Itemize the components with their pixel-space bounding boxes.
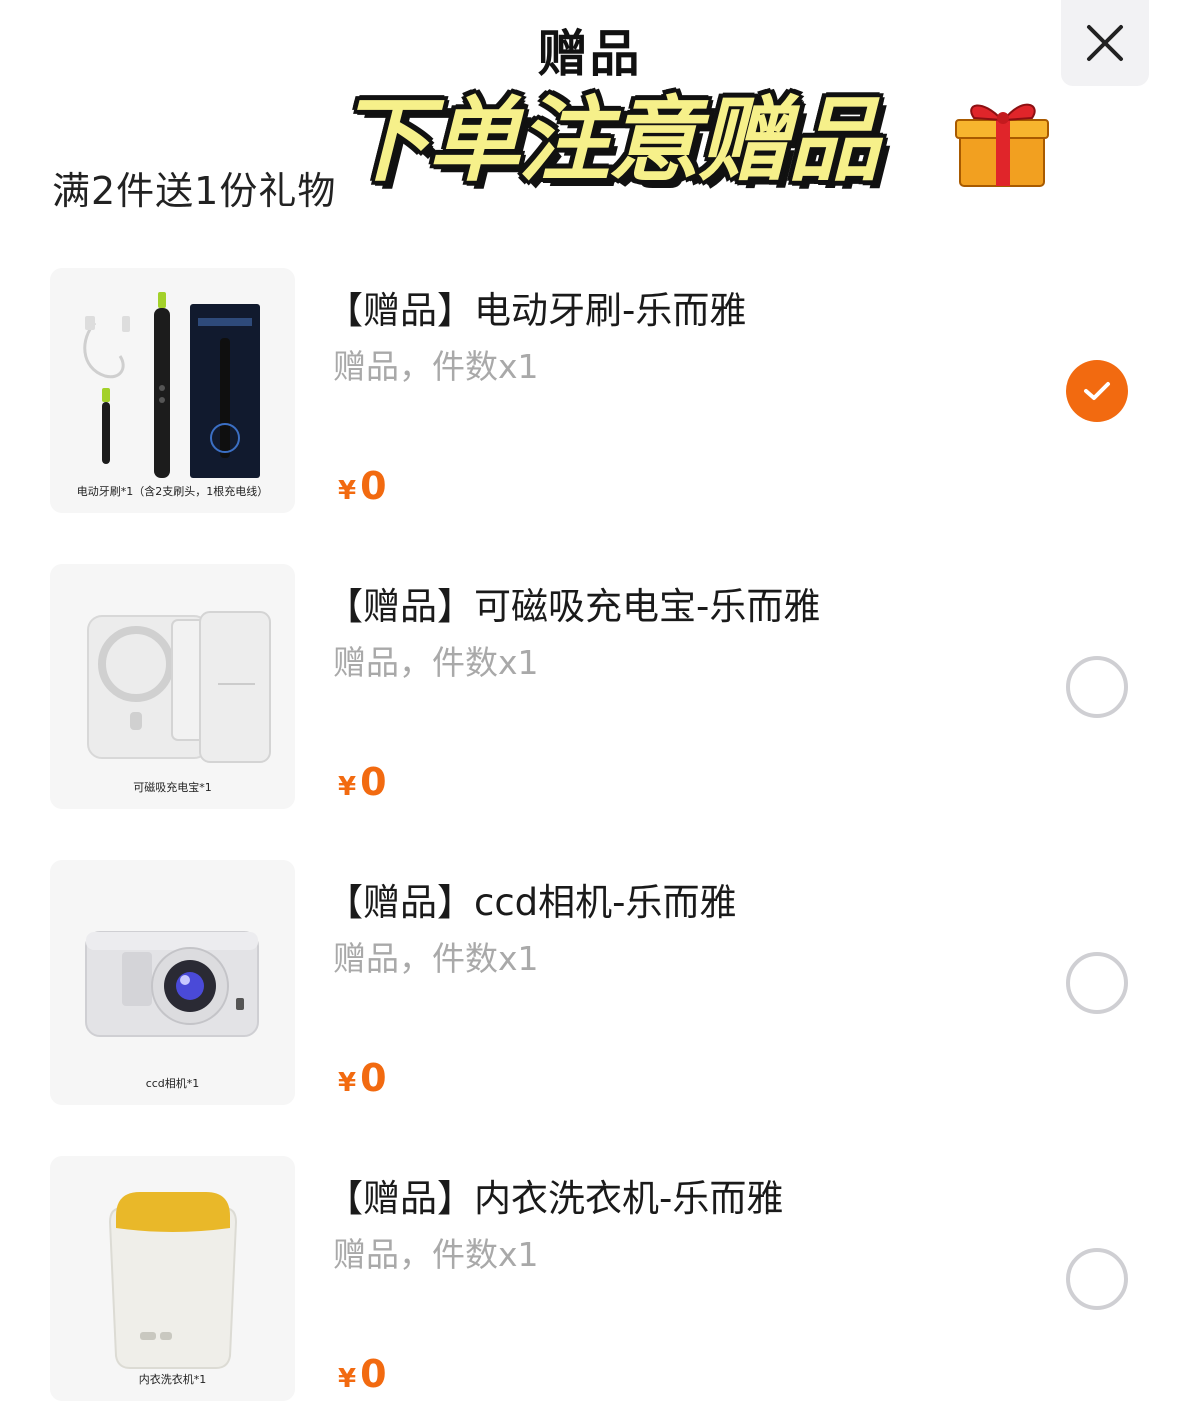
close-icon xyxy=(1087,25,1123,61)
select-radio[interactable] xyxy=(1066,1248,1128,1310)
price-value: 0 xyxy=(360,760,387,804)
banner-text: 下单注意赠品 xyxy=(338,87,880,194)
currency-symbol: ¥ xyxy=(338,772,357,802)
currency-symbol: ¥ xyxy=(338,1068,357,1098)
select-radio[interactable] xyxy=(1066,656,1128,718)
price-value: 0 xyxy=(360,464,387,508)
close-button[interactable] xyxy=(1061,0,1149,86)
item-price: ¥0 xyxy=(338,1352,387,1396)
camera-illustration xyxy=(85,931,259,1037)
power-bank-illustration xyxy=(87,611,271,763)
product-image-toothbrush: 电动牙刷*1（含2支刷头，1根充电线） xyxy=(50,268,295,513)
thumb-caption: 电动牙刷*1（含2支刷头，1根充电线） xyxy=(76,485,269,498)
thumb-caption: ccd相机*1 xyxy=(145,1077,200,1090)
item-meta: 赠品，件数x1 xyxy=(333,1235,539,1274)
gift-item[interactable]: 可磁吸充电宝*1 【赠品】可磁吸充电宝-乐而雅 赠品，件数x1 ¥0 xyxy=(0,564,1179,810)
gift-item[interactable]: 电动牙刷*1（含2支刷头，1根充电线） 【赠品】电动牙刷-乐而雅 赠品，件数x1… xyxy=(0,268,1179,514)
thumb-caption: 可磁吸充电宝*1 xyxy=(133,781,212,794)
currency-symbol: ¥ xyxy=(338,1364,357,1394)
select-radio[interactable] xyxy=(1066,952,1128,1014)
gift-item[interactable]: 内衣洗衣机*1 【赠品】内衣洗衣机-乐而雅 赠品，件数x1 ¥0 xyxy=(0,1156,1179,1402)
product-image-washing-machine: 内衣洗衣机*1 xyxy=(50,1156,295,1401)
header-title: 赠品 xyxy=(537,25,642,83)
item-meta: 赠品，件数x1 xyxy=(333,347,539,386)
product-image-power-bank: 可磁吸充电宝*1 xyxy=(50,564,295,809)
gift-item[interactable]: ccd相机*1 【赠品】ccd相机-乐而雅 赠品，件数x1 ¥0 xyxy=(0,860,1179,1106)
item-price: ¥0 xyxy=(338,464,387,508)
item-meta: 赠品，件数x1 xyxy=(333,643,539,682)
promo-banner: 下单注意赠品 xyxy=(338,86,1058,198)
item-title: 【赠品】ccd相机-乐而雅 xyxy=(326,881,737,924)
item-title: 【赠品】可磁吸充电宝-乐而雅 xyxy=(326,585,821,628)
washing-machine-illustration xyxy=(108,1192,238,1369)
price-value: 0 xyxy=(360,1352,387,1396)
checkmark-icon xyxy=(1084,382,1110,400)
item-title: 【赠品】内衣洗衣机-乐而雅 xyxy=(326,1177,784,1220)
price-value: 0 xyxy=(360,1056,387,1100)
select-radio-checked[interactable] xyxy=(1066,360,1128,422)
subtitle: 满2件送1份礼物 xyxy=(52,169,337,213)
item-title: 【赠品】电动牙刷-乐而雅 xyxy=(326,289,747,332)
product-image-ccd-camera: ccd相机*1 xyxy=(50,860,295,1105)
toothbrush-illustration xyxy=(83,292,260,478)
thumb-caption: 内衣洗衣机*1 xyxy=(138,1373,207,1386)
item-price: ¥0 xyxy=(338,760,387,804)
currency-symbol: ¥ xyxy=(338,476,357,506)
gift-icon xyxy=(955,103,1049,187)
item-price: ¥0 xyxy=(338,1056,387,1100)
item-meta: 赠品，件数x1 xyxy=(333,939,539,978)
